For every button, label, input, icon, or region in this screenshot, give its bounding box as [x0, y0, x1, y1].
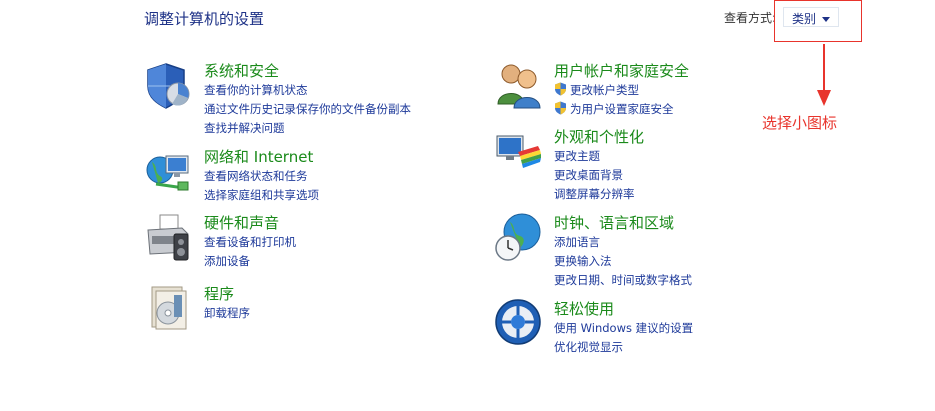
- category-title[interactable]: 轻松使用: [554, 298, 614, 319]
- network-icon: [146, 155, 189, 191]
- link-change-input-method[interactable]: 更换输入法: [554, 252, 692, 271]
- shield-icon: [147, 63, 190, 109]
- link-view-computer-status[interactable]: 查看你的计算机状态: [204, 81, 411, 100]
- programs-icon: [151, 286, 187, 330]
- link-homegroup-sharing[interactable]: 选择家庭组和共享选项: [204, 186, 319, 205]
- red-arrow-icon: [817, 44, 831, 106]
- link-optimize-visual-display[interactable]: 优化视觉显示: [554, 338, 693, 357]
- link-add-language[interactable]: 添加语言: [554, 233, 692, 252]
- link-uninstall-program[interactable]: 卸载程序: [204, 304, 250, 323]
- link-date-time-format[interactable]: 更改日期、时间或数字格式: [554, 271, 692, 290]
- link-file-history-backup[interactable]: 通过文件历史记录保存你的文件备份副本: [204, 100, 411, 119]
- link-change-wallpaper[interactable]: 更改桌面背景: [554, 166, 635, 185]
- link-screen-resolution[interactable]: 调整屏幕分辨率: [554, 185, 635, 204]
- category-title[interactable]: 用户帐户和家庭安全: [554, 60, 689, 81]
- annotation-text: 选择小图标: [762, 114, 838, 132]
- printer-icon: [147, 214, 189, 261]
- link-change-theme[interactable]: 更改主题: [554, 147, 635, 166]
- uac-shield-icon: [555, 101, 566, 115]
- uac-shield-icon: [555, 82, 566, 96]
- users-icon: [497, 64, 541, 109]
- category-title[interactable]: 程序: [204, 283, 234, 304]
- ease-of-access-icon: [495, 299, 541, 345]
- link-windows-suggested-settings[interactable]: 使用 Windows 建议的设置: [554, 319, 693, 338]
- link-text: 为用户设置家庭安全: [570, 102, 674, 116]
- category-title[interactable]: 硬件和声音: [204, 212, 279, 233]
- link-text: 更改帐户类型: [570, 83, 639, 97]
- category-title[interactable]: 系统和安全: [204, 60, 279, 81]
- link-change-account-type[interactable]: 更改帐户类型: [554, 81, 674, 100]
- appearance-icon: [496, 135, 541, 168]
- clock-globe-icon: [495, 213, 541, 261]
- category-title[interactable]: 时钟、语言和区域: [554, 212, 674, 233]
- view-by-label: 查看方式:: [724, 11, 777, 25]
- page-title: 调整计算机的设置: [144, 10, 265, 28]
- link-troubleshoot[interactable]: 查找并解决问题: [204, 119, 411, 138]
- link-network-status[interactable]: 查看网络状态和任务: [204, 167, 319, 186]
- link-family-safety[interactable]: 为用户设置家庭安全: [554, 100, 674, 119]
- highlight-box: [774, 0, 862, 42]
- link-devices-printers[interactable]: 查看设备和打印机: [204, 233, 296, 252]
- link-add-device[interactable]: 添加设备: [204, 252, 296, 271]
- category-title[interactable]: 外观和个性化: [554, 126, 644, 147]
- category-title[interactable]: 网络和 Internet: [204, 146, 313, 167]
